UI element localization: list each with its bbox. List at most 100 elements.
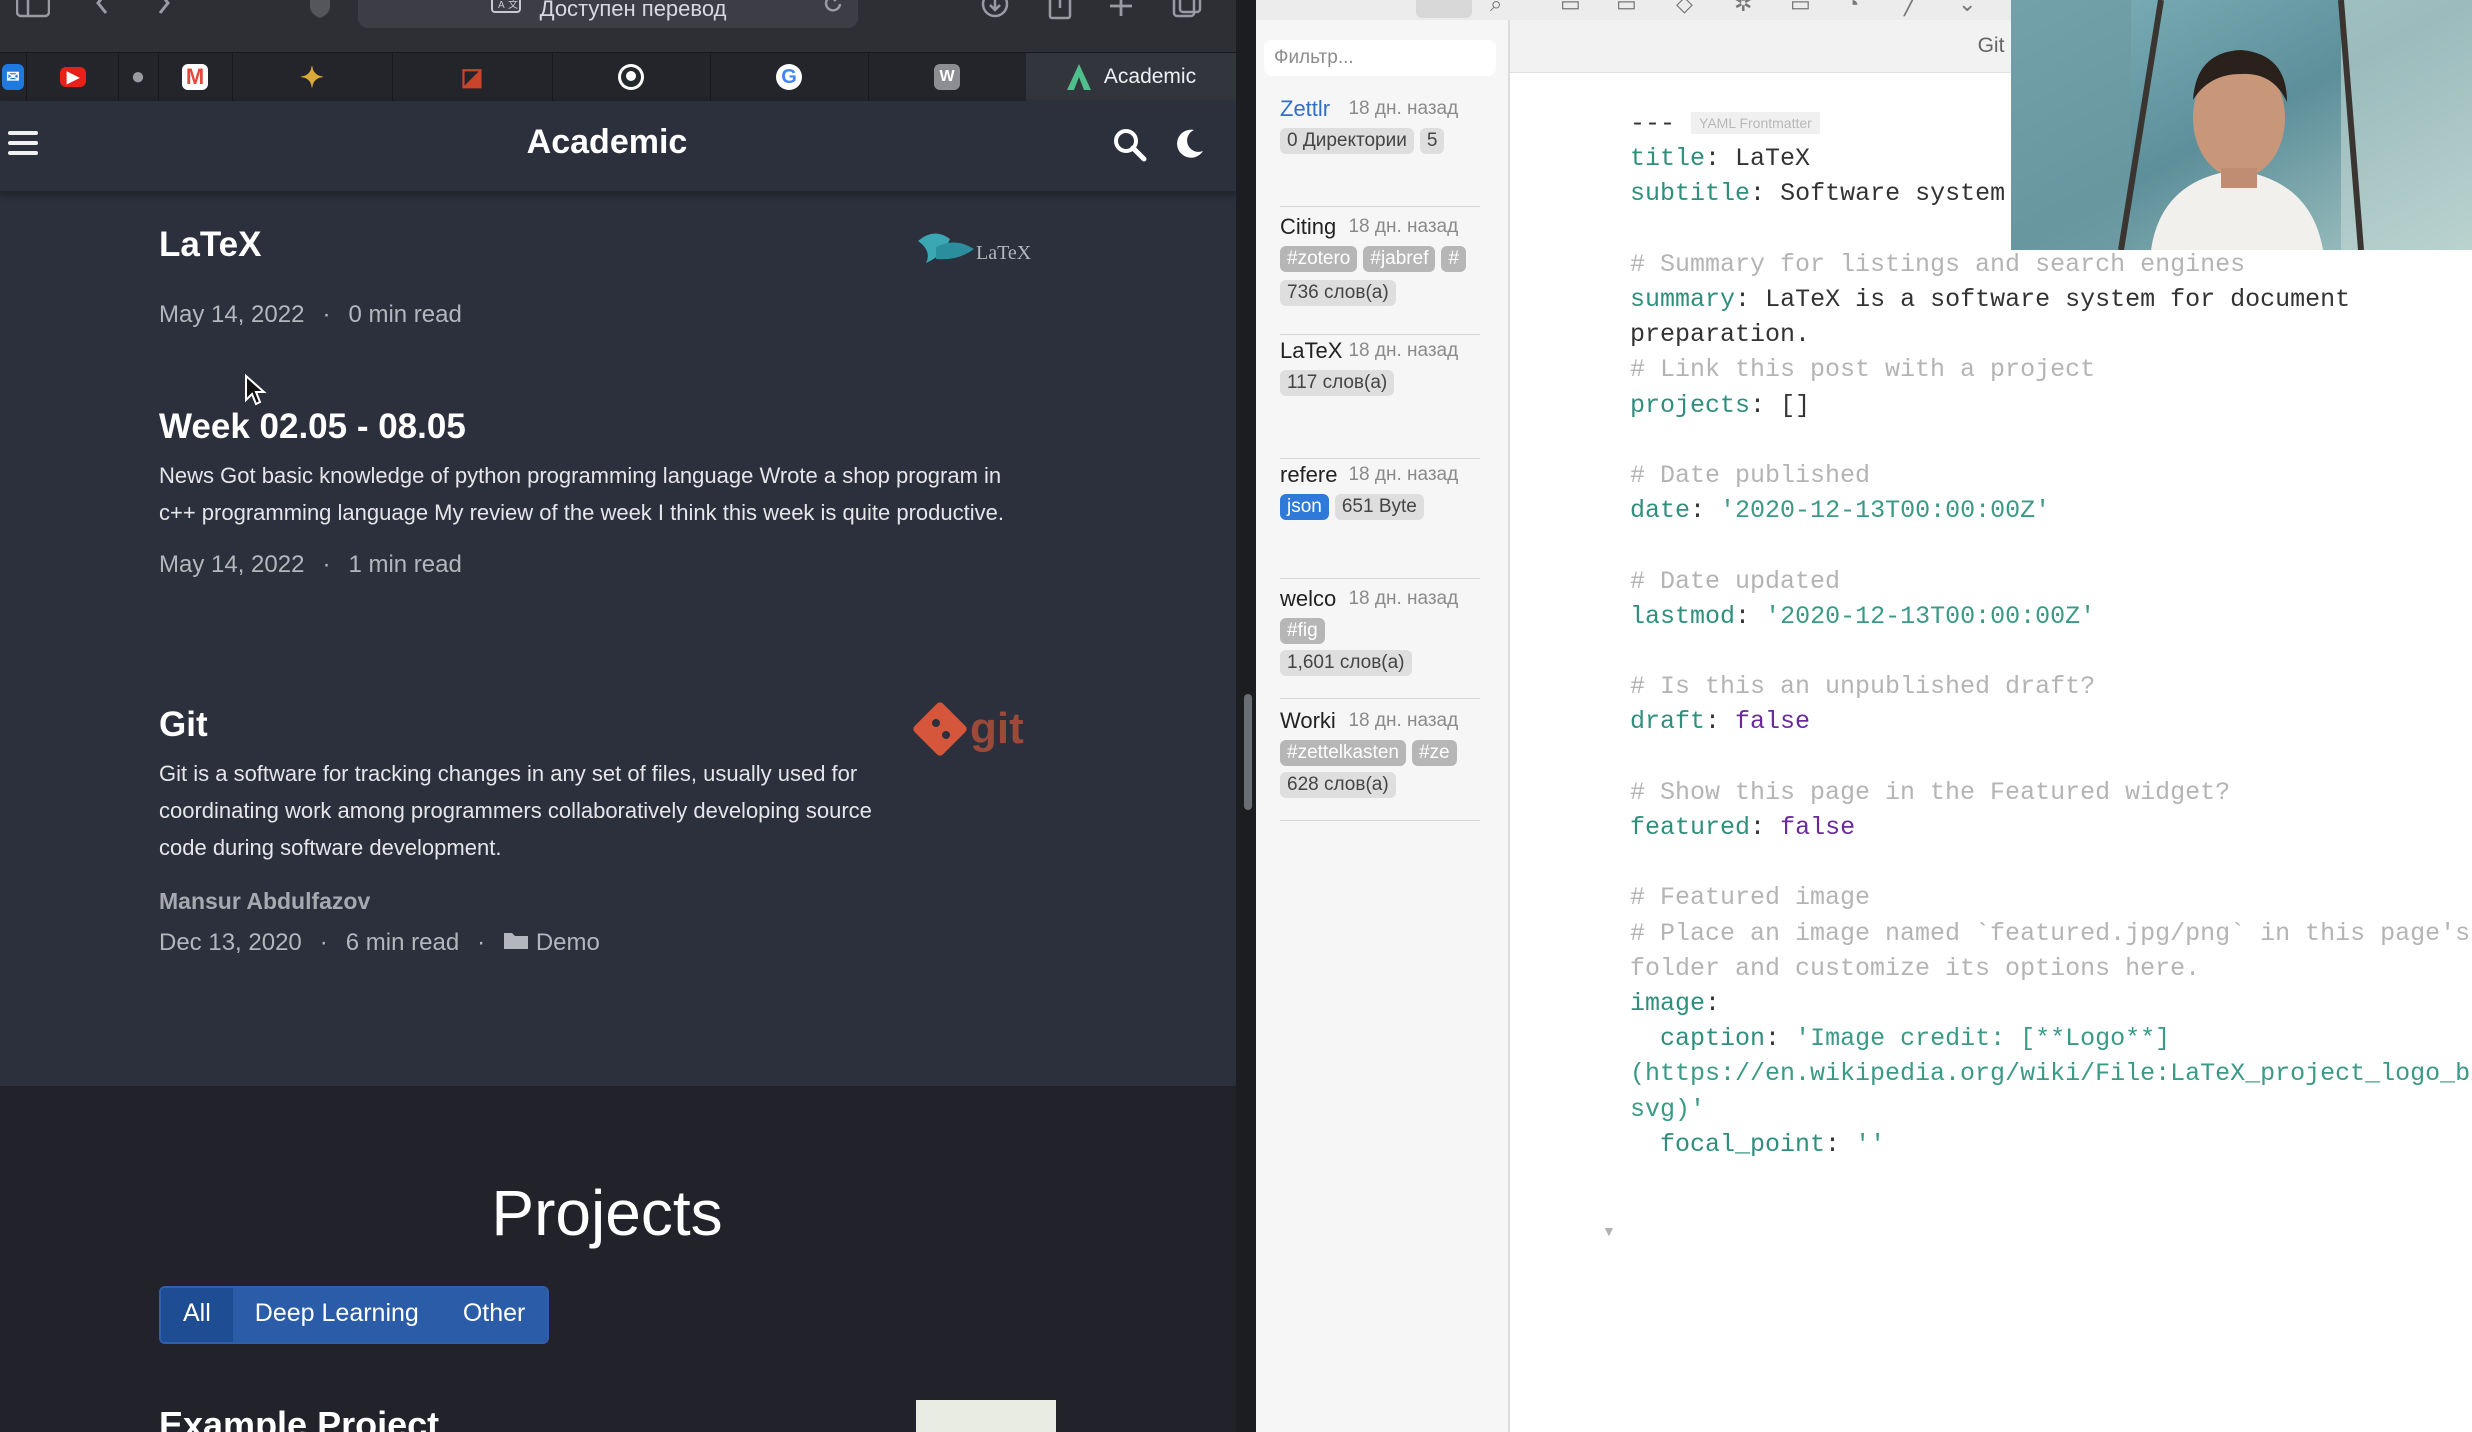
split-divider[interactable] [1236, 0, 1256, 1432]
tab-academic[interactable]: Academic [1026, 53, 1236, 101]
filter-other-button[interactable]: Other [440, 1288, 548, 1342]
post-meta: Dec 13, 2020 · 6 min read · Demo [159, 929, 899, 957]
file-item[interactable]: refere 18 дн. назад json 651 Byte [1280, 462, 1480, 579]
tab-w[interactable]: W [868, 53, 1027, 101]
sidebar-toggle-icon[interactable] [15, 0, 51, 22]
save-icon[interactable]: ▭ [1616, 0, 1637, 18]
filter-all-button[interactable]: All [161, 1288, 233, 1342]
search-icon[interactable] [1112, 127, 1148, 163]
file-tag: 651 Byte [1334, 494, 1424, 520]
code-token: # Link this post with a project [1630, 355, 2096, 385]
file-item[interactable]: welco 18 дн. назад #fig 1,601 слов(а) [1280, 586, 1480, 699]
code-line[interactable]: --- YAML Frontmatter [1630, 107, 1820, 141]
file-item[interactable]: Zettlr 18 дн. назад 0 Директории 5 [1280, 96, 1480, 207]
code-token: # Show this page in the Featured widget? [1630, 777, 2231, 807]
bookmark-icon: ◪ [460, 63, 484, 91]
file-tag: json [1280, 494, 1329, 520]
tab-mail[interactable]: ✉ [0, 53, 27, 101]
file-tags: #fig [1280, 618, 1480, 648]
filter-input[interactable] [1264, 40, 1496, 76]
tab-star[interactable]: ✦ [232, 53, 393, 101]
code-line[interactable]: lastmod: '2020-12-13T00:00:00Z' [1630, 600, 2095, 634]
code-line[interactable]: # Link this post with a project [1630, 353, 2095, 387]
code-line[interactable]: focal_point: '' [1630, 1128, 1885, 1162]
file-item[interactable]: Worki 18 дн. назад #zettelkasten #ze 628 … [1280, 708, 1480, 821]
new-file-icon[interactable]: ▭ [1560, 0, 1581, 18]
post-title[interactable]: Git [159, 705, 899, 745]
code-line[interactable]: svg)' [1630, 1093, 1705, 1127]
code-token: : [1735, 601, 1751, 631]
address-bar-text: Доступен перевод [539, 0, 727, 21]
project-thumbnail[interactable] [916, 1400, 1056, 1432]
tab-google[interactable]: G [710, 53, 869, 101]
tab-overview-icon[interactable] [1172, 0, 1202, 22]
tab-bookmark[interactable]: ◪ [392, 53, 553, 101]
export-icon[interactable]: ▭ [1790, 0, 1811, 18]
translate-icon[interactable]: A文 [490, 0, 530, 21]
browser-window: A文 Доступен перевод ✉ ▶ ● M ✦ ◪ G W Acad… [0, 0, 1236, 1432]
site-navbar: Academic [0, 101, 1236, 193]
downloads-icon[interactable] [980, 0, 1010, 22]
file-time: 18 дн. назад [1348, 98, 1459, 119]
dark-mode-icon[interactable] [1172, 127, 1206, 161]
filter-deep-learning-button[interactable]: Deep Learning [232, 1288, 441, 1342]
pen-icon[interactable]: ╱ [1904, 0, 1917, 18]
tab-gmail[interactable]: M [158, 53, 233, 101]
code-editor[interactable]: ▼ --- YAML Frontmatter title: LaTeX subtitl… [1510, 73, 2472, 1432]
code-line[interactable]: folder and customize its options here. [1630, 952, 2200, 986]
tag-icon[interactable]: ◇ [1676, 0, 1693, 18]
back-icon[interactable] [92, 0, 112, 22]
code-line[interactable]: # Show this page in the Featured widget? [1630, 776, 2230, 810]
share-icon[interactable] [1046, 0, 1074, 22]
tab-apple[interactable]: ● [118, 53, 159, 101]
file-item[interactable]: Citing 18 дн. назад #zotero #jabref # 736 … [1280, 214, 1480, 335]
code-line[interactable]: title: LaTeX [1630, 142, 1810, 176]
code-token: false [1735, 707, 1811, 737]
git-thumbnail[interactable]: git [912, 697, 1062, 761]
latex-thumbnail[interactable]: LaTeX [914, 219, 1060, 279]
code-line[interactable]: # Featured image [1630, 881, 1870, 915]
search-icon[interactable]: ⌕ [1490, 0, 1502, 18]
code-line[interactable]: date: '2020-12-13T00:00:00Z' [1630, 494, 2050, 528]
post-title[interactable]: Week 02.05 - 08.05 [159, 407, 1019, 447]
post-category[interactable]: Demo [536, 929, 600, 956]
code-line[interactable]: featured: false [1630, 811, 1855, 845]
code-line[interactable]: (https://en.wikipedia.org/wiki/File:LaTe… [1630, 1057, 2472, 1091]
code-line[interactable]: # Summary for listings and search engine… [1630, 248, 2245, 282]
code-line[interactable]: caption: 'Image credit: [**Logo**] [1630, 1022, 2170, 1056]
code-line[interactable]: image: [1630, 987, 1720, 1021]
file-tags: json 651 Byte [1280, 494, 1480, 524]
browser-toolbar: A文 Доступен перевод [0, 0, 1236, 52]
tab-academic-label: Academic [1103, 65, 1197, 88]
file-tag: 5 [1419, 128, 1445, 154]
code-line[interactable]: draft: false [1630, 705, 1810, 739]
privacy-shield-icon[interactable] [308, 0, 332, 22]
code-line[interactable]: summary: LaTeX is a software system for … [1630, 283, 2350, 317]
reload-icon[interactable] [822, 0, 844, 16]
address-bar[interactable]: A文 Доступен перевод [358, 0, 858, 28]
chevron-down-icon[interactable]: ⌄ [1958, 0, 1976, 18]
tab-youtube[interactable]: ▶ [28, 53, 119, 101]
fold-arrow-icon[interactable]: ▼ [1602, 1223, 1616, 1239]
forward-icon[interactable] [154, 0, 174, 22]
browser-scrollbar[interactable] [1244, 694, 1252, 810]
code-line[interactable]: preparation. [1630, 318, 1810, 352]
file-manager-icon[interactable] [1416, 0, 1472, 18]
code-token: : [1765, 1024, 1781, 1054]
site-title[interactable]: Academic [0, 123, 1214, 162]
file-item[interactable]: LaTeX 18 дн. назад 117 слов(а) [1280, 338, 1480, 459]
new-tab-icon[interactable] [1108, 0, 1134, 22]
code-line[interactable]: # Date published [1630, 459, 1870, 493]
gear-icon[interactable]: ✲ [1734, 0, 1752, 18]
project-title-peek[interactable]: Example Project [159, 1404, 439, 1432]
code-line[interactable]: # Date updated [1630, 565, 1840, 599]
stats-icon[interactable]: ◔ [1846, 0, 1859, 18]
tab-github[interactable] [552, 53, 711, 101]
code-line[interactable]: # Place an image named `featured.jpg/png… [1630, 917, 2470, 951]
post-author[interactable]: Mansur Abdulfazov [159, 888, 899, 915]
code-line[interactable]: # Is this an unpublished draft? [1630, 670, 2095, 704]
code-line[interactable]: projects: [] [1630, 389, 1810, 423]
